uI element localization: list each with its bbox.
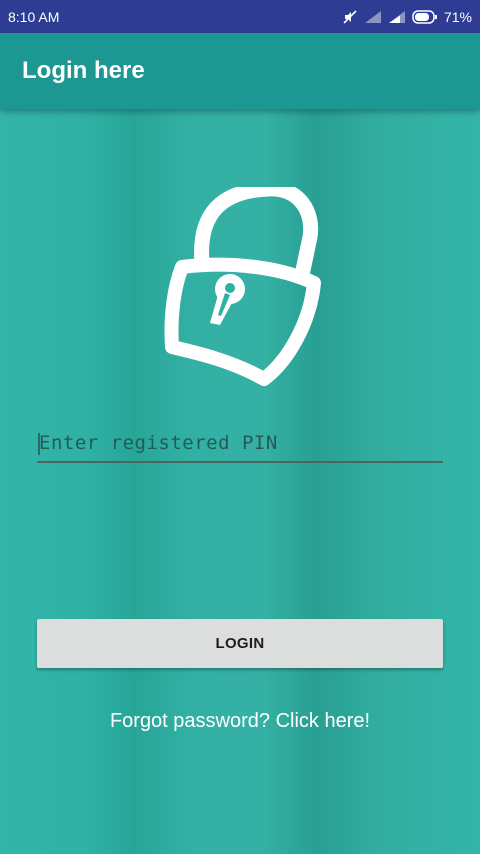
pin-input[interactable] <box>37 427 447 459</box>
app-bar: Login here <box>0 33 480 109</box>
padlock-icon <box>160 181 325 387</box>
mute-icon <box>342 9 358 25</box>
battery-percent: 71% <box>443 8 472 25</box>
status-bar: 8:10 AM 71% <box>0 0 480 33</box>
login-button[interactable]: LOGIN <box>37 619 443 668</box>
status-time: 8:10 AM <box>8 8 60 25</box>
signal-icon-2 <box>388 10 406 24</box>
page-title: Login here <box>22 57 145 84</box>
battery-icon <box>412 9 438 24</box>
text-cursor <box>38 433 40 455</box>
pin-input-field[interactable] <box>37 427 447 463</box>
status-icons: 71% <box>342 9 472 25</box>
forgot-password-link[interactable]: Forgot password? Click here! <box>0 710 480 733</box>
signal-icon-1 <box>364 10 382 24</box>
login-content: LOGIN Forgot password? Click here! <box>0 109 480 854</box>
